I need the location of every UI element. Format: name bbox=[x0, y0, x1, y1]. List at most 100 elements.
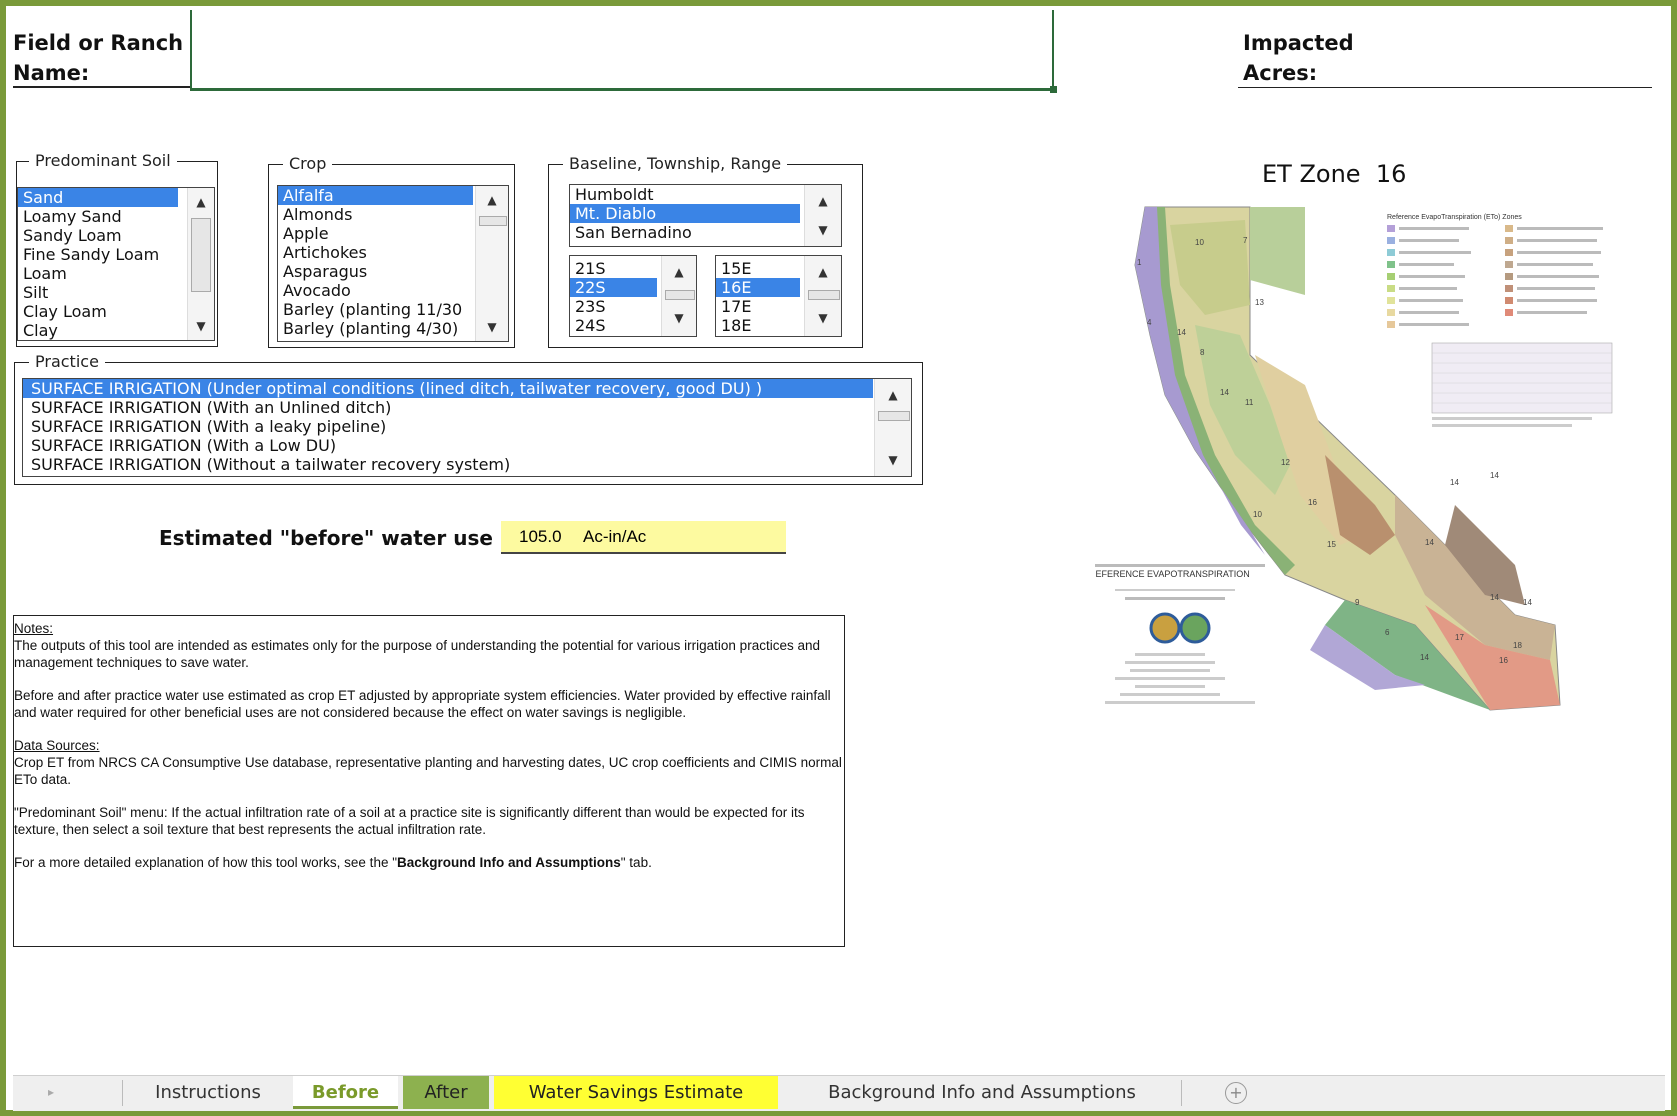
scroll-down-icon[interactable]: ▼ bbox=[805, 220, 841, 240]
practice-item[interactable]: SURFACE IRRIGATION (With a leaky pipelin… bbox=[23, 417, 873, 436]
crop-item[interactable]: Asparagus bbox=[278, 262, 473, 281]
tab-after[interactable]: After bbox=[403, 1076, 489, 1109]
field-name-input[interactable] bbox=[190, 10, 1057, 93]
tab-water-savings[interactable]: Water Savings Estimate bbox=[494, 1076, 778, 1109]
soil-item[interactable]: Loam bbox=[18, 264, 178, 283]
practice-item[interactable]: SURFACE IRRIGATION (Under optimal condit… bbox=[23, 379, 873, 398]
fill-handle[interactable] bbox=[1050, 86, 1057, 93]
baseline-items: Humboldt Mt. Diablo San Bernadino bbox=[570, 185, 841, 242]
svg-text:6: 6 bbox=[1385, 628, 1390, 637]
field-label-underline bbox=[13, 86, 191, 88]
scroll-down-icon[interactable]: ▼ bbox=[875, 450, 911, 470]
crop-item[interactable]: Barley (planting 4/30) bbox=[278, 319, 473, 338]
scroll-up-icon[interactable]: ▲ bbox=[476, 190, 508, 210]
crop-scrollbar[interactable]: ▲ ▼ bbox=[475, 186, 508, 341]
scroll-up-icon[interactable]: ▲ bbox=[805, 191, 841, 211]
notes-p1: The outputs of this tool are intended as… bbox=[14, 638, 820, 670]
practice-items: SURFACE IRRIGATION (Under optimal condit… bbox=[23, 379, 911, 474]
tab-before[interactable]: Before bbox=[293, 1076, 398, 1109]
sources-heading: Data Sources: bbox=[14, 738, 100, 753]
tab-instructions[interactable]: Instructions bbox=[125, 1076, 291, 1109]
soil-item[interactable]: Sandy Loam bbox=[18, 226, 178, 245]
svg-text:4: 4 bbox=[1147, 318, 1152, 327]
svg-text:14: 14 bbox=[1420, 653, 1429, 662]
map-legend-title: Reference EvapoTranspiration (ETo) Zones bbox=[1387, 214, 1522, 221]
et-zone-title: ET Zone 16 bbox=[1262, 160, 1406, 188]
practice-scrollbar[interactable]: ▲ ▼ bbox=[874, 379, 911, 476]
crop-listbox[interactable]: Alfalfa Almonds Apple Artichokes Asparagus Av… bbox=[277, 185, 509, 342]
add-sheet-icon[interactable]: + bbox=[1223, 1076, 1249, 1109]
baseline-item[interactable]: San Bernadino bbox=[570, 223, 800, 242]
soil-item[interactable]: Loamy Sand bbox=[18, 207, 178, 226]
township-listbox[interactable]: 21S 22S 23S 24S ▲ ▼ bbox=[569, 255, 697, 337]
svg-text:14: 14 bbox=[1450, 478, 1459, 487]
svg-text:7: 7 bbox=[1243, 236, 1248, 245]
svg-text:15: 15 bbox=[1327, 540, 1336, 549]
township-item[interactable]: 23S bbox=[570, 297, 657, 316]
notes-p4: "Predominant Soil" menu: If the actual i… bbox=[14, 805, 805, 837]
scroll-thumb[interactable] bbox=[665, 290, 695, 300]
range-scrollbar[interactable]: ▲ ▼ bbox=[804, 256, 841, 336]
impacted-acres-input[interactable] bbox=[1238, 87, 1652, 88]
practice-item[interactable]: SURFACE IRRIGATION (With a Low DU) bbox=[23, 436, 873, 455]
soil-item[interactable]: Clay Loam bbox=[18, 302, 178, 321]
scroll-up-icon[interactable]: ▲ bbox=[805, 262, 841, 282]
crop-item[interactable]: Artichokes bbox=[278, 243, 473, 262]
range-item[interactable]: 15E bbox=[716, 259, 800, 278]
scroll-down-icon[interactable]: ▼ bbox=[476, 317, 508, 337]
soil-item[interactable]: Clay bbox=[18, 321, 178, 340]
crop-group: Crop Alfalfa Almonds Apple Artichokes Aspara… bbox=[268, 154, 515, 348]
baseline-listbox[interactable]: Humboldt Mt. Diablo San Bernadino ▲ ▼ bbox=[569, 184, 842, 247]
svg-text:14: 14 bbox=[1490, 471, 1499, 480]
tab-scroll-left-icon[interactable]: ▸ bbox=[43, 1076, 59, 1109]
crop-item[interactable]: Almonds bbox=[278, 205, 473, 224]
scroll-thumb[interactable] bbox=[878, 411, 910, 421]
soil-item[interactable]: Sand bbox=[18, 188, 178, 207]
soil-item[interactable]: Silt bbox=[18, 283, 178, 302]
range-item[interactable]: 18E bbox=[716, 316, 800, 335]
crop-legend: Crop bbox=[283, 154, 333, 173]
crop-item[interactable]: Barley (planting 11/30 bbox=[278, 300, 473, 319]
soil-scrollbar[interactable]: ▲ ▼ bbox=[187, 188, 214, 340]
practice-item[interactable]: SURFACE IRRIGATION (With an Unlined ditc… bbox=[23, 398, 873, 417]
scroll-thumb[interactable] bbox=[808, 290, 840, 300]
svg-text:14: 14 bbox=[1425, 538, 1434, 547]
notes-heading: Notes: bbox=[14, 621, 54, 636]
baseline-item[interactable]: Humboldt bbox=[570, 185, 800, 204]
soil-listbox[interactable]: Sand Loamy Sand Sandy Loam Fine Sandy Loam L… bbox=[17, 187, 215, 341]
scroll-thumb[interactable] bbox=[479, 216, 507, 226]
scroll-down-icon[interactable]: ▼ bbox=[188, 316, 214, 336]
baseline-item[interactable]: Mt. Diablo bbox=[570, 204, 800, 223]
crop-item[interactable]: Avocado bbox=[278, 281, 473, 300]
scroll-down-icon[interactable]: ▼ bbox=[662, 308, 696, 328]
estimate-value: 105.0 bbox=[519, 527, 562, 546]
estimate-value-cell[interactable]: 105.0 Ac-in/Ac bbox=[501, 521, 786, 554]
township-scrollbar[interactable]: ▲ ▼ bbox=[661, 256, 696, 336]
crop-item[interactable]: Apple bbox=[278, 224, 473, 243]
scroll-up-icon[interactable]: ▲ bbox=[188, 192, 214, 212]
township-item[interactable]: 24S bbox=[570, 316, 657, 335]
township-item[interactable]: 21S bbox=[570, 259, 657, 278]
svg-text:13: 13 bbox=[1255, 298, 1264, 307]
seal-icon bbox=[1179, 612, 1211, 644]
scroll-thumb[interactable] bbox=[191, 218, 211, 292]
crop-item[interactable]: Alfalfa bbox=[278, 186, 473, 205]
baseline-scrollbar[interactable]: ▲ ▼ bbox=[804, 185, 841, 246]
tab-background-info[interactable]: Background Info and Assumptions bbox=[783, 1076, 1181, 1109]
practice-listbox[interactable]: SURFACE IRRIGATION (Under optimal condit… bbox=[22, 378, 912, 477]
range-item[interactable]: 17E bbox=[716, 297, 800, 316]
map-caption: REFERENCE EVAPOTRANSPIRATION bbox=[1095, 569, 1250, 579]
svg-text:17: 17 bbox=[1455, 633, 1464, 642]
svg-text:11: 11 bbox=[1245, 398, 1254, 407]
township-item[interactable]: 22S bbox=[570, 278, 657, 297]
practice-item[interactable]: SURFACE IRRIGATION (Without a tailwater … bbox=[23, 455, 873, 474]
impacted-acres-label-line2: Acres: bbox=[1243, 61, 1318, 85]
scroll-up-icon[interactable]: ▲ bbox=[662, 262, 696, 282]
range-listbox[interactable]: 15E 16E 17E 18E ▲ ▼ bbox=[715, 255, 842, 337]
svg-text:14: 14 bbox=[1490, 593, 1499, 602]
soil-items: Sand Loamy Sand Sandy Loam Fine Sandy Loam L… bbox=[18, 188, 214, 340]
range-item[interactable]: 16E bbox=[716, 278, 800, 297]
soil-item[interactable]: Fine Sandy Loam bbox=[18, 245, 178, 264]
scroll-down-icon[interactable]: ▼ bbox=[805, 308, 841, 328]
scroll-up-icon[interactable]: ▲ bbox=[875, 385, 911, 405]
